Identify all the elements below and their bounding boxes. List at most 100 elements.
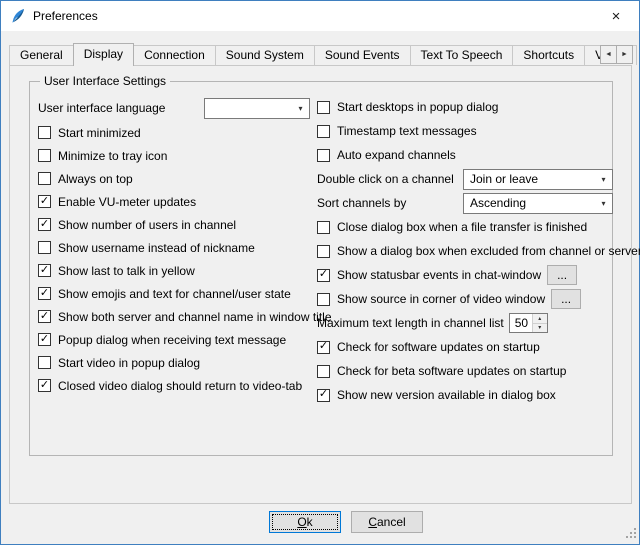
video-source-checkbox[interactable]: ✓ <box>317 293 330 306</box>
show-emojis-label[interactable]: Show emojis and text for channel/user st… <box>58 287 291 301</box>
close-file-transfer-label[interactable]: Close dialog box when a file transfer is… <box>337 220 587 234</box>
spin-up-icon: ▴ <box>538 315 541 322</box>
spin-down-icon: ▾ <box>538 324 541 331</box>
tab-scroll-right-button[interactable]: ► <box>616 45 633 64</box>
tab-display[interactable]: Display <box>73 43 134 66</box>
spin-down-button[interactable]: ▾ <box>533 323 547 333</box>
last-talk-yellow-checkbox[interactable]: ✓ <box>38 264 51 277</box>
close-icon: × <box>612 8 621 25</box>
ui-settings-group: User Interface Settings User interface l… <box>29 81 613 456</box>
statusbar-events-more-button[interactable]: ... <box>547 265 577 285</box>
language-row: User interface language ▾ <box>38 95 310 121</box>
row-start-minimized: ✓ Start minimized <box>38 121 310 144</box>
check-icon: ✓ <box>40 380 49 391</box>
closed-video-return-label[interactable]: Closed video dialog should return to vid… <box>58 379 302 393</box>
row-vu-meter: ✓ Enable VU-meter updates <box>38 190 310 213</box>
cancel-button[interactable]: Cancel <box>351 511 423 533</box>
close-file-transfer-checkbox[interactable]: ✓ <box>317 221 330 234</box>
check-icon: ✓ <box>40 265 49 276</box>
tab-text-to-speech[interactable]: Text To Speech <box>410 45 514 65</box>
start-desktops-label[interactable]: Start desktops in popup dialog <box>337 100 498 114</box>
auto-expand-label[interactable]: Auto expand channels <box>337 148 456 162</box>
start-desktops-checkbox[interactable]: ✓ <box>317 101 330 114</box>
row-check-updates: ✓ Check for software updates on startup <box>317 335 613 359</box>
minimize-to-tray-checkbox[interactable]: ✓ <box>38 149 51 162</box>
row-always-on-top: ✓ Always on top <box>38 167 310 190</box>
video-source-more-button[interactable]: ... <box>551 289 581 309</box>
tab-sound-system[interactable]: Sound System <box>215 45 315 65</box>
row-check-beta-updates: ✓ Check for beta software updates on sta… <box>317 359 613 383</box>
group-title: User Interface Settings <box>40 74 170 88</box>
excluded-dialog-checkbox[interactable]: ✓ <box>317 245 330 258</box>
cancel-button-mnemonic: C <box>368 515 377 529</box>
video-source-label[interactable]: Show source in corner of video window <box>337 292 545 306</box>
spinner-buttons: ▴ ▾ <box>532 314 547 332</box>
excluded-dialog-label[interactable]: Show a dialog box when excluded from cha… <box>337 244 640 258</box>
chevron-down-icon: ▾ <box>595 175 612 184</box>
arrow-left-icon: ◄ <box>605 51 612 58</box>
check-beta-updates-checkbox[interactable]: ✓ <box>317 365 330 378</box>
vu-meter-checkbox[interactable]: ✓ <box>38 195 51 208</box>
check-icon: ✓ <box>40 334 49 345</box>
check-icon: ✓ <box>319 341 328 352</box>
start-video-popup-checkbox[interactable]: ✓ <box>38 356 51 369</box>
last-talk-yellow-label[interactable]: Show last to talk in yellow <box>58 264 195 278</box>
row-closed-video-return: ✓ Closed video dialog should return to v… <box>38 374 310 397</box>
row-close-file-transfer: ✓ Close dialog box when a file transfer … <box>317 215 613 239</box>
max-text-length-spinner[interactable]: 50 ▴ ▾ <box>509 313 548 333</box>
ellipsis-label: ... <box>557 269 567 281</box>
vu-meter-label[interactable]: Enable VU-meter updates <box>58 195 196 209</box>
check-updates-label[interactable]: Check for software updates on startup <box>337 340 540 354</box>
ellipsis-label: ... <box>561 293 571 305</box>
max-text-length-label: Maximum text length in channel list <box>317 316 504 330</box>
row-video-source: ✓ Show source in corner of video window … <box>317 287 613 311</box>
server-channel-title-label[interactable]: Show both server and channel name in win… <box>58 310 332 324</box>
server-channel-title-checkbox[interactable]: ✓ <box>38 310 51 323</box>
dialog-buttons: Ok Cancel <box>269 511 423 533</box>
tab-sound-events[interactable]: Sound Events <box>314 45 411 65</box>
arrow-right-icon: ► <box>621 51 628 58</box>
timestamp-checkbox[interactable]: ✓ <box>317 125 330 138</box>
closed-video-return-checkbox[interactable]: ✓ <box>38 379 51 392</box>
minimize-to-tray-label[interactable]: Minimize to tray icon <box>58 149 167 163</box>
ok-button[interactable]: Ok <box>269 511 341 533</box>
sort-channels-select[interactable]: Ascending ▾ <box>463 193 613 214</box>
show-user-count-label[interactable]: Show number of users in channel <box>58 218 236 232</box>
resize-grip-icon[interactable] <box>624 526 637 542</box>
statusbar-events-label[interactable]: Show statusbar events in chat-window <box>337 268 541 282</box>
row-sort-channels: Sort channels by Ascending ▾ <box>317 191 613 215</box>
close-button[interactable]: × <box>593 1 639 31</box>
language-select[interactable]: ▾ <box>204 98 310 119</box>
popup-text-message-label[interactable]: Popup dialog when receiving text message <box>58 333 286 347</box>
popup-text-message-checkbox[interactable]: ✓ <box>38 333 51 346</box>
tab-general[interactable]: General <box>9 45 74 65</box>
tab-scroll-left-button[interactable]: ◄ <box>600 45 617 64</box>
show-username-checkbox[interactable]: ✓ <box>38 241 51 254</box>
tab-shortcuts[interactable]: Shortcuts <box>512 45 585 65</box>
new-version-dialog-checkbox[interactable]: ✓ <box>317 389 330 402</box>
ok-button-mnemonic: O <box>297 515 306 529</box>
show-username-label[interactable]: Show username instead of nickname <box>58 241 255 255</box>
row-server-channel-title: ✓ Show both server and channel name in w… <box>38 305 310 328</box>
spin-up-button[interactable]: ▴ <box>533 314 547 323</box>
row-start-video-popup: ✓ Start video in popup dialog <box>38 351 310 374</box>
statusbar-events-checkbox[interactable]: ✓ <box>317 269 330 282</box>
double-click-value: Join or leave <box>470 172 538 186</box>
check-icon: ✓ <box>40 219 49 230</box>
titlebar[interactable]: Preferences × <box>1 1 639 31</box>
show-emojis-checkbox[interactable]: ✓ <box>38 287 51 300</box>
new-version-dialog-label[interactable]: Show new version available in dialog box <box>337 388 556 402</box>
check-beta-updates-label[interactable]: Check for beta software updates on start… <box>337 364 566 378</box>
tab-connection[interactable]: Connection <box>133 45 216 65</box>
sort-channels-value: Ascending <box>470 196 526 210</box>
always-on-top-label[interactable]: Always on top <box>58 172 133 186</box>
auto-expand-checkbox[interactable]: ✓ <box>317 149 330 162</box>
timestamp-label[interactable]: Timestamp text messages <box>337 124 477 138</box>
start-video-popup-label[interactable]: Start video in popup dialog <box>58 356 200 370</box>
show-user-count-checkbox[interactable]: ✓ <box>38 218 51 231</box>
start-minimized-label[interactable]: Start minimized <box>58 126 141 140</box>
double-click-select[interactable]: Join or leave ▾ <box>463 169 613 190</box>
check-updates-checkbox[interactable]: ✓ <box>317 341 330 354</box>
start-minimized-checkbox[interactable]: ✓ <box>38 126 51 139</box>
always-on-top-checkbox[interactable]: ✓ <box>38 172 51 185</box>
